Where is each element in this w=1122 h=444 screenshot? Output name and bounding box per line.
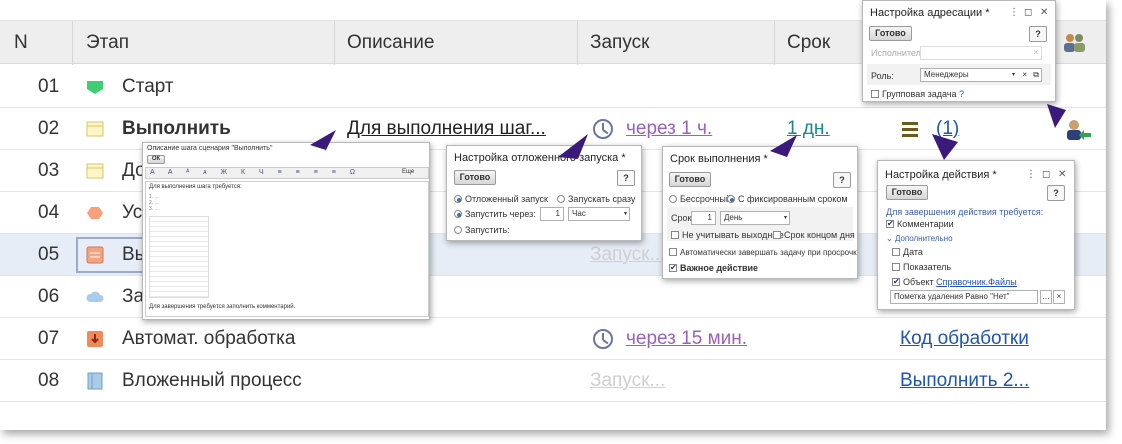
pointer-arrows <box>310 104 1066 160</box>
main-window: N Этап Описание Запуск Срок 01 Старт 02 … <box>0 0 1106 430</box>
